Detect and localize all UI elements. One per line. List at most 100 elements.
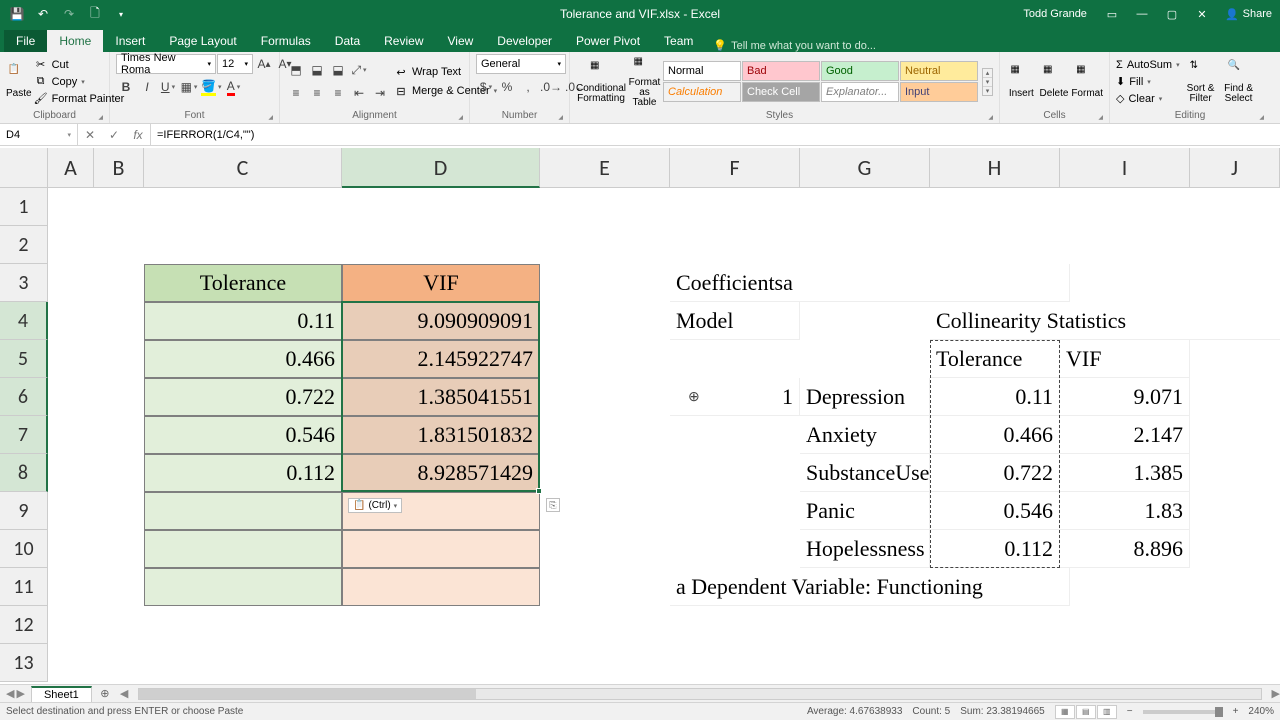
tab-team[interactable]: Team [652, 30, 705, 52]
save-icon[interactable]: 💾 [6, 3, 28, 25]
row-header-4[interactable]: 4 [0, 302, 48, 340]
cell-F3[interactable]: Coefficientsa [670, 264, 1070, 302]
cell-I6[interactable]: 9.071 [1060, 378, 1190, 416]
cell-I7[interactable]: 2.147 [1060, 416, 1190, 454]
style-normal[interactable]: Normal [663, 61, 741, 81]
style-check-cell[interactable]: Check Cell [742, 82, 820, 102]
insert-cells-button[interactable]: ▦Insert [1006, 56, 1037, 108]
paste-button[interactable]: 📋 Paste [6, 56, 32, 108]
cell-C10[interactable] [144, 530, 342, 568]
cell-F11[interactable]: a Dependent Variable: Functioning [670, 568, 1070, 606]
column-header-E[interactable]: E [540, 148, 670, 188]
cell-H9[interactable]: 0.546 [930, 492, 1060, 530]
tab-formulas[interactable]: Formulas [249, 30, 323, 52]
cell-I8[interactable]: 1.385 [1060, 454, 1190, 492]
column-header-D[interactable]: D [342, 148, 540, 188]
row-header-1[interactable]: 1 [0, 188, 48, 226]
tab-home[interactable]: Home [47, 30, 103, 52]
maximize-icon[interactable]: ▢ [1157, 0, 1187, 28]
row-header-6[interactable]: 6 [0, 378, 48, 416]
cell-C7[interactable]: 0.546 [144, 416, 342, 454]
cell-I5[interactable]: VIF [1060, 340, 1190, 378]
fill-color-button[interactable]: 🪣 [200, 77, 222, 97]
cell-D4[interactable]: 9.090909091 [342, 302, 540, 340]
qat-customize-icon[interactable]: ▾ [110, 3, 132, 25]
font-color-button[interactable]: A [223, 77, 243, 97]
zoom-in-icon[interactable]: + [1233, 706, 1239, 717]
cell-D10[interactable] [342, 530, 540, 568]
view-normal-icon[interactable]: ▦ [1055, 705, 1075, 719]
increase-decimal-icon[interactable]: .0→ [539, 77, 563, 97]
cell-G8[interactable]: SubstanceUse [800, 454, 930, 492]
cell-D3[interactable]: VIF [342, 264, 540, 302]
row-header-3[interactable]: 3 [0, 264, 48, 302]
cell-D7[interactable]: 1.831501832 [342, 416, 540, 454]
styles-more-icon[interactable]: ▾ [983, 87, 992, 95]
worksheet-grid[interactable]: ABCDEFGHIJ 12345678910111213 ToleranceVI… [0, 148, 1280, 685]
cell-C5[interactable]: 0.466 [144, 340, 342, 378]
cell-G7[interactable]: Anxiety [800, 416, 930, 454]
column-header-F[interactable]: F [670, 148, 800, 188]
redo-icon[interactable]: ↷ [58, 3, 80, 25]
row-header-12[interactable]: 12 [0, 606, 48, 644]
align-right-icon[interactable]: ≡ [328, 83, 348, 103]
tab-view[interactable]: View [436, 30, 486, 52]
enter-formula-icon[interactable]: ✓ [102, 128, 126, 142]
bold-button[interactable]: B [116, 77, 136, 97]
cell-F4[interactable]: Model [670, 302, 800, 340]
cell-H7[interactable]: 0.466 [930, 416, 1060, 454]
font-size-select[interactable]: 12▾ [217, 54, 253, 74]
italic-button[interactable]: I [137, 77, 157, 97]
cell-C9[interactable] [144, 492, 342, 530]
style-bad[interactable]: Bad [742, 61, 820, 81]
new-file-icon[interactable]: 🗋 [84, 3, 106, 25]
horizontal-scrollbar[interactable] [138, 688, 1261, 700]
cell-I9[interactable]: 1.83 [1060, 492, 1190, 530]
row-header-2[interactable]: 2 [0, 226, 48, 264]
add-sheet-icon[interactable]: ⊕ [96, 685, 114, 703]
close-icon[interactable]: ✕ [1187, 0, 1217, 28]
sort-filter-button[interactable]: ⇅Sort & Filter [1184, 56, 1218, 108]
row-header-8[interactable]: 8 [0, 454, 48, 492]
cell-H4[interactable]: Collinearity Statistics [930, 302, 1280, 340]
ribbon-options-icon[interactable]: ▭ [1097, 0, 1127, 28]
tell-me-search[interactable]: Tell me what you want to do... [713, 39, 876, 52]
style-calculation[interactable]: Calculation [663, 82, 741, 102]
align-center-icon[interactable]: ≡ [307, 83, 327, 103]
font-name-select[interactable]: Times New Roma▾ [116, 54, 216, 74]
cell-G9[interactable]: Panic [800, 492, 930, 530]
increase-indent-icon[interactable]: ⇥ [370, 83, 390, 103]
align-top-icon[interactable]: ⬒ [286, 60, 306, 80]
row-header-5[interactable]: 5 [0, 340, 48, 378]
autosum-button[interactable]: ΣAutoSum▾ [1116, 57, 1180, 73]
delete-cells-button[interactable]: ▦Delete [1039, 56, 1070, 108]
cell-C6[interactable]: 0.722 [144, 378, 342, 416]
style-good[interactable]: Good [821, 61, 899, 81]
clear-button[interactable]: ◇Clear▾ [1116, 91, 1180, 107]
cell-D8[interactable]: 8.928571429 [342, 454, 540, 492]
cancel-formula-icon[interactable]: ✕ [78, 128, 102, 142]
cells-area[interactable]: ToleranceVIF0.119.0909090910.4662.145922… [48, 188, 1280, 685]
cell-D6[interactable]: 1.385041551 [342, 378, 540, 416]
align-bottom-icon[interactable]: ⬓ [328, 60, 348, 80]
cell-D5[interactable]: 2.145922747 [342, 340, 540, 378]
styles-down-icon[interactable]: ▾ [983, 78, 992, 87]
row-header-10[interactable]: 10 [0, 530, 48, 568]
cell-C4[interactable]: 0.11 [144, 302, 342, 340]
cell-C8[interactable]: 0.112 [144, 454, 342, 492]
tab-data[interactable]: Data [323, 30, 372, 52]
cell-H6[interactable]: 0.11 [930, 378, 1060, 416]
fill-button[interactable]: ⬇Fill▾ [1116, 74, 1180, 90]
zoom-slider[interactable] [1143, 710, 1223, 714]
row-header-13[interactable]: 13 [0, 644, 48, 682]
undo-icon[interactable]: ↶ [32, 3, 54, 25]
align-middle-icon[interactable]: ⬓ [307, 60, 327, 80]
percent-format-icon[interactable]: % [497, 77, 517, 97]
sheet-prev-icon[interactable]: ◀ [6, 687, 14, 700]
hscroll-right-icon[interactable]: ▶ [1272, 687, 1280, 700]
smart-tag-icon[interactable]: ⎘ [546, 498, 560, 512]
cell-C3[interactable]: Tolerance [144, 264, 342, 302]
name-box[interactable]: D4 [0, 124, 78, 145]
align-left-icon[interactable]: ≡ [286, 83, 306, 103]
cell-G6[interactable]: Depression [800, 378, 930, 416]
